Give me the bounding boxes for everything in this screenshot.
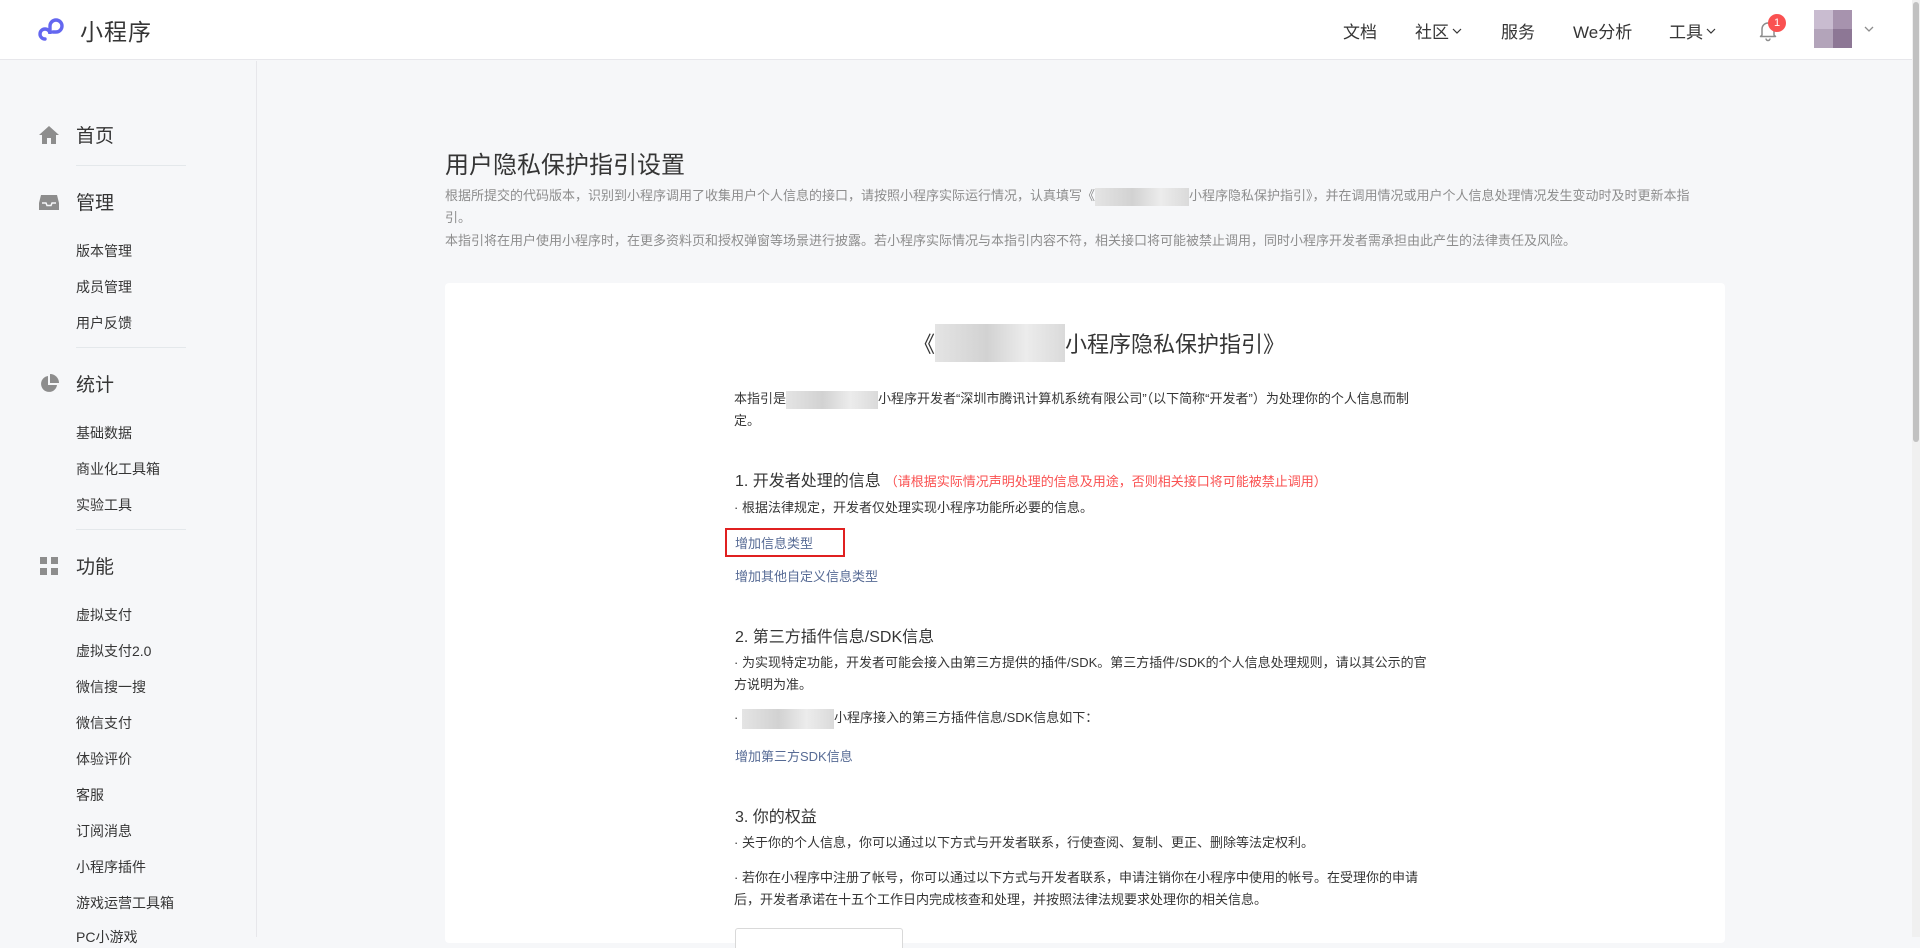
sidebar-item-subscribe-message[interactable]: 订阅消息: [76, 821, 132, 841]
redacted-app-name: [741, 708, 834, 729]
sidebar-item-basic-data[interactable]: 基础数据: [76, 423, 132, 443]
sidebar-divider: [76, 529, 186, 530]
section-2-sdk-intro-prefix: ·: [734, 710, 742, 725]
nav-analytics[interactable]: We分析: [1573, 18, 1632, 43]
sidebar-item-label: 首页: [76, 126, 115, 147]
sidebar-group-manage[interactable]: 管理: [38, 188, 114, 215]
grid-icon: [40, 556, 58, 575]
guide-intro-part1: 本指引是: [734, 391, 787, 406]
section-3-text-2: · 若你在小程序中注册了帐号，你可以通过以下方式与开发者联系，申请注销你在小程序…: [734, 870, 1418, 907]
chevron-down-icon: [1452, 28, 1462, 34]
scrollbar-thumb[interactable]: [1913, 2, 1919, 442]
redacted-app-name: [935, 324, 1066, 362]
title-open-bracket: 《: [913, 332, 936, 357]
sidebar-item-label: 统计: [76, 375, 115, 396]
nav-services[interactable]: 服务: [1501, 18, 1535, 43]
add-third-party-sdk-link[interactable]: 增加第三方SDK信息: [735, 746, 853, 765]
page-description: 根据所提交的代码版本，识别到小程序调用了收集用户个人信息的接口，请按照小程序实际…: [445, 185, 1715, 229]
sidebar-group-stats[interactable]: 统计: [38, 370, 114, 397]
redacted-app-name: [786, 390, 879, 409]
sidebar-item-plugins[interactable]: 小程序插件: [76, 857, 146, 877]
sidebar-divider: [76, 165, 186, 166]
nav-tools[interactable]: 工具: [1669, 18, 1717, 43]
brand[interactable]: 小程序: [38, 13, 152, 47]
sidebar-item-label: 管理: [76, 193, 115, 214]
page-description-disclosure: 本指引将在用户使用小程序时，在更多资料页和授权弹窗等场景进行披露。若小程序实际情…: [445, 233, 1577, 248]
add-info-type-link[interactable]: 增加信息类型: [735, 533, 813, 552]
section-1-heading: 1. 开发者处理的信息: [735, 473, 881, 490]
add-custom-info-type-link[interactable]: 增加其他自定义信息类型: [735, 566, 878, 585]
sidebar-item-member-manage[interactable]: 成员管理: [76, 277, 132, 297]
sidebar-item-commerce-toolbox[interactable]: 商业化工具箱: [76, 459, 160, 479]
guide-intro: 本指引是 小程序开发者“深圳市腾讯计算机系统有限公司”（以下简称“开发者”）为处理…: [734, 388, 1434, 432]
sidebar-divider: [76, 347, 186, 348]
section-2-sdk-intro-text: 小程序接入的第三方插件信息/SDK信息如下：: [833, 710, 1099, 725]
sidebar-item-wechat-pay[interactable]: 微信支付: [76, 713, 132, 733]
chevron-down-icon: [1706, 28, 1716, 34]
notification-badge: 1: [1768, 14, 1786, 32]
sidebar-group-features[interactable]: 功能: [38, 552, 114, 579]
nav-docs[interactable]: 文档: [1343, 18, 1377, 43]
sidebar-item-experience-review[interactable]: 体验评价: [76, 749, 132, 769]
section-1-text: · 根据法律规定，开发者仅处理实现小程序功能所必要的信息。: [734, 500, 1093, 515]
miniprogram-logo-icon: [38, 18, 64, 41]
sidebar-item-experiment-tools[interactable]: 实验工具: [76, 495, 132, 515]
section-2-title: 2. 第三方插件信息/SDK信息: [735, 629, 935, 646]
sidebar-item-label: 功能: [76, 557, 115, 578]
chevron-down-icon[interactable]: [1862, 22, 1876, 36]
sidebar-item-virtual-payment[interactable]: 虚拟支付: [76, 605, 132, 625]
section-1-warning: （请根据实际情况声明处理的信息及用途，否则相关接口将可能被禁止调用）: [884, 474, 1327, 489]
brand-name: 小程序: [80, 19, 152, 45]
sidebar-item-pc-game[interactable]: PC小游戏: [76, 927, 137, 947]
page-title: 用户隐私保护指引设置: [445, 152, 685, 179]
privacy-guide-title: 《 小程序隐私保护指引》: [913, 324, 1285, 362]
home-icon: [39, 125, 59, 144]
sidebar-item-home[interactable]: 首页: [38, 121, 114, 148]
redacted-app-name: [1095, 187, 1190, 206]
pie-chart-icon: [41, 373, 59, 392]
sidebar-item-game-ops-toolbox[interactable]: 游戏运营工具箱: [76, 893, 174, 913]
title-text: 小程序隐私保护指引》: [1065, 332, 1286, 357]
section-3-text-1: · 关于你的个人信息，你可以通过以下方式与开发者联系，行使查阅、复制、更正、删除…: [734, 835, 1314, 850]
section-2-text: · 为实现特定功能，开发者可能会接入由第三方提供的插件/SDK。第三方插件/SD…: [734, 655, 1427, 692]
sidebar-item-virtual-payment-2[interactable]: 虚拟支付2.0: [76, 641, 151, 661]
sidebar-item-version-manage[interactable]: 版本管理: [76, 241, 132, 261]
section-3-title: 3. 你的权益: [735, 809, 817, 826]
inbox-icon: [39, 194, 59, 210]
section-2-sdk-intro: · 小程序接入的第三方插件信息/SDK信息如下：: [734, 707, 1434, 729]
avatar[interactable]: [1814, 10, 1852, 48]
section-1-title: 1. 开发者处理的信息 （请根据实际情况声明处理的信息及用途，否则相关接口将可能被…: [735, 467, 1327, 491]
page-description-part1: 根据所提交的代码版本，识别到小程序调用了收集用户个人信息的接口，请按照小程序实际…: [445, 188, 1096, 203]
contact-input[interactable]: [735, 928, 903, 948]
sidebar-item-wechat-search[interactable]: 微信搜一搜: [76, 677, 146, 697]
sidebar-item-customer-service[interactable]: 客服: [76, 785, 104, 805]
sidebar-item-user-feedback[interactable]: 用户反馈: [76, 313, 132, 333]
nav-community-label: 社区: [1415, 23, 1449, 42]
nav-tools-label: 工具: [1669, 23, 1703, 42]
nav-community[interactable]: 社区: [1415, 18, 1463, 43]
